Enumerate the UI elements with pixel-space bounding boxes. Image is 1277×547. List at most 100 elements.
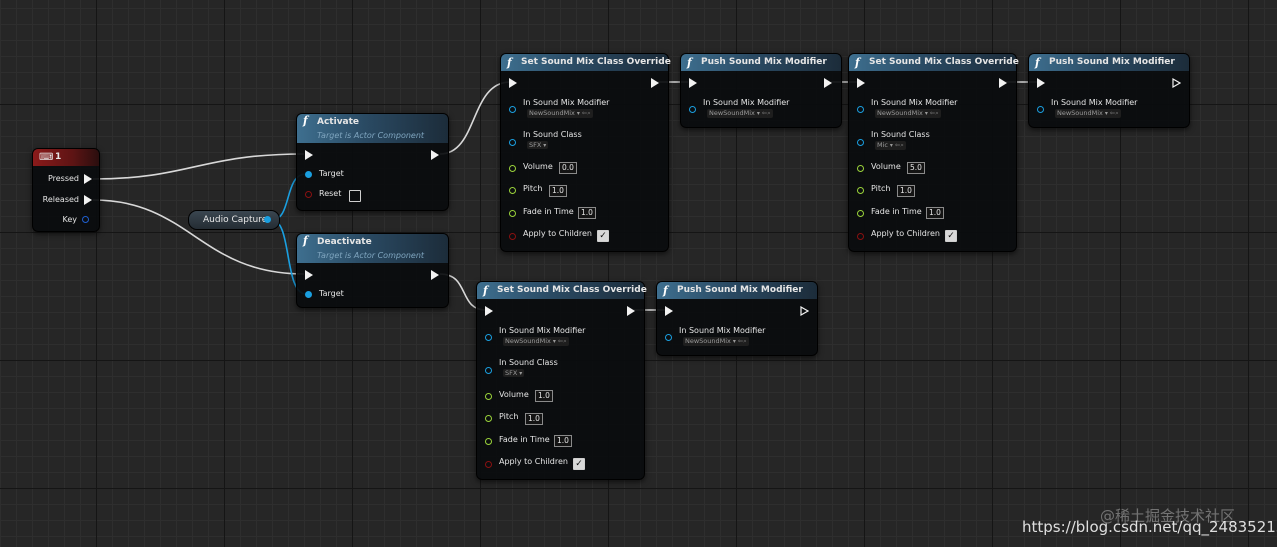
set-override-3-exec-in[interactable]: [485, 306, 493, 316]
activate-reset-checkbox[interactable]: [349, 190, 361, 202]
set-override-3-class-pin[interactable]: [485, 367, 492, 374]
set-override-1-exec-in[interactable]: [509, 78, 517, 88]
push-1-exec-out[interactable]: [824, 78, 832, 88]
set-override-2-volume-input[interactable]: 5.0: [907, 162, 925, 174]
push-2-exec-in[interactable]: [1037, 78, 1045, 88]
set-override-3-mix-dropdown[interactable]: NewSoundMix ▾ ⇐⌕: [503, 337, 569, 346]
set-override-1-apply-pin[interactable]: [509, 233, 516, 240]
set-override-1-fade-label: Fade in Time: [523, 207, 574, 216]
set-override-3-fade-pin[interactable]: [485, 438, 492, 445]
push-2-mix-dropdown[interactable]: NewSoundMix ▾ ⇐⌕: [1055, 109, 1121, 118]
deactivate-exec-in[interactable]: [305, 270, 313, 280]
push-3-exec-in[interactable]: [665, 306, 673, 316]
activate-node[interactable]: f Activate Target is Actor Component Tar…: [296, 113, 449, 211]
push-2-exec-out[interactable]: [1172, 78, 1181, 88]
push-3-mix-pin[interactable]: [665, 334, 672, 341]
set-override-1-class-pin[interactable]: [509, 139, 516, 146]
set-override-2-exec-out[interactable]: [999, 78, 1007, 88]
watermark-url: https://blog.csdn.net/qq_24835213: [1022, 518, 1277, 536]
push-1-mix-dropdown[interactable]: NewSoundMix ▾ ⇐⌕: [707, 109, 773, 118]
deactivate-header[interactable]: f Deactivate Target is Actor Component: [297, 234, 448, 263]
set-override-2-mix-pin[interactable]: [857, 106, 864, 113]
set-override-2-apply-pin[interactable]: [857, 233, 864, 240]
activate-exec-out[interactable]: [431, 150, 439, 160]
set-override-1-pitch-input[interactable]: 1.0: [549, 185, 567, 197]
deactivate-exec-out[interactable]: [431, 270, 439, 280]
set-override-1-mix-dropdown[interactable]: NewSoundMix ▾ ⇐⌕: [527, 109, 593, 118]
set-override-3-pitch-input[interactable]: 1.0: [525, 413, 543, 425]
set-override-3-volume-pin[interactable]: [485, 393, 492, 400]
set-override-3-title: Set Sound Mix Class Override: [497, 285, 647, 295]
set-override-1-fade-pin[interactable]: [509, 210, 516, 217]
function-icon: f: [507, 56, 512, 69]
activate-target-pin[interactable]: [305, 171, 312, 178]
set-override-1-class-dropdown[interactable]: SFX ▾: [527, 141, 549, 149]
push-3-mix-dropdown[interactable]: NewSoundMix ▾ ⇐⌕: [683, 337, 749, 346]
set-override-2-class-pin[interactable]: [857, 139, 864, 146]
set-override-3-apply-checkbox[interactable]: ✓: [573, 458, 585, 470]
set-override-2-fade-input[interactable]: 1.0: [926, 207, 944, 219]
push-2-mix-pin[interactable]: [1037, 106, 1044, 113]
set-override-2-class-dropdown[interactable]: Mic ▾ ⇐⌕: [875, 141, 906, 150]
key-event-header[interactable]: ⌨ 1: [33, 149, 99, 166]
push-3-header[interactable]: f Push Sound Mix Modifier: [657, 282, 817, 299]
deactivate-target-pin[interactable]: [305, 291, 312, 298]
push-1-exec-in[interactable]: [689, 78, 697, 88]
set-override-2-fade-pin[interactable]: [857, 210, 864, 217]
activate-header[interactable]: f Activate Target is Actor Component: [297, 114, 448, 143]
audio-capture-label: Audio Capture: [203, 215, 268, 225]
function-icon: f: [303, 234, 308, 247]
set-override-node-2[interactable]: f Set Sound Mix Class Override In Sound …: [848, 53, 1019, 252]
set-override-3-class-dropdown[interactable]: SFX ▾: [503, 369, 525, 377]
set-override-3-header[interactable]: f Set Sound Mix Class Override: [477, 282, 647, 299]
key-event-node[interactable]: ⌨ 1 Pressed Released Key: [32, 148, 100, 232]
key-struct-pin[interactable]: [82, 216, 89, 223]
push-1-mix-pin[interactable]: [689, 106, 696, 113]
set-override-1-volume-input[interactable]: 0.0: [559, 162, 577, 174]
set-override-2-apply-checkbox[interactable]: ✓: [945, 230, 957, 242]
set-override-1-fade-input[interactable]: 1.0: [578, 207, 596, 219]
set-override-1-pitch-label: Pitch: [523, 184, 543, 193]
set-override-2-mix-label: In Sound Mix Modifier: [871, 98, 958, 107]
activate-title: Activate: [317, 117, 360, 127]
key-event-title: 1: [55, 152, 62, 162]
set-override-3-fade-input[interactable]: 1.0: [554, 435, 572, 447]
audio-capture-variable-node[interactable]: Audio Capture: [188, 210, 280, 230]
set-override-3-pitch-pin[interactable]: [485, 415, 492, 422]
push-1-mix-label: In Sound Mix Modifier: [703, 98, 790, 107]
push-3-exec-out[interactable]: [800, 306, 809, 316]
deactivate-title: Deactivate: [317, 237, 372, 247]
set-override-2-exec-in[interactable]: [857, 78, 865, 88]
audio-capture-output-pin[interactable]: [264, 216, 271, 223]
set-override-3-exec-out[interactable]: [627, 306, 635, 316]
deactivate-node[interactable]: f Deactivate Target is Actor Component T…: [296, 233, 449, 308]
set-override-1-pitch-pin[interactable]: [509, 187, 516, 194]
pressed-exec-pin[interactable]: [84, 174, 92, 184]
set-override-3-volume-input[interactable]: 1.0: [535, 390, 553, 402]
push-2-header[interactable]: f Push Sound Mix Modifier: [1029, 54, 1189, 71]
set-override-3-apply-pin[interactable]: [485, 461, 492, 468]
set-override-2-header[interactable]: f Set Sound Mix Class Override: [849, 54, 1019, 71]
set-override-2-pitch-pin[interactable]: [857, 187, 864, 194]
set-override-1-header[interactable]: f Set Sound Mix Class Override: [501, 54, 671, 71]
set-override-2-volume-pin[interactable]: [857, 165, 864, 172]
released-exec-pin[interactable]: [84, 195, 92, 205]
activate-reset-pin[interactable]: [305, 191, 312, 198]
set-override-node-1[interactable]: f Set Sound Mix Class Override In Sound …: [500, 53, 671, 252]
set-override-1-apply-checkbox[interactable]: ✓: [597, 230, 609, 242]
set-override-2-pitch-input[interactable]: 1.0: [897, 185, 915, 197]
push-1-header[interactable]: f Push Sound Mix Modifier: [681, 54, 841, 71]
push-mix-node-2[interactable]: f Push Sound Mix Modifier In Sound Mix M…: [1028, 53, 1190, 128]
set-override-node-3[interactable]: f Set Sound Mix Class Override In Sound …: [476, 281, 647, 480]
push-mix-node-1[interactable]: f Push Sound Mix Modifier In Sound Mix M…: [680, 53, 842, 128]
set-override-1-exec-out[interactable]: [651, 78, 659, 88]
set-override-3-mix-pin[interactable]: [485, 334, 492, 341]
set-override-3-mix-label: In Sound Mix Modifier: [499, 326, 586, 335]
push-mix-node-3[interactable]: f Push Sound Mix Modifier In Sound Mix M…: [656, 281, 818, 356]
set-override-1-mix-label: In Sound Mix Modifier: [523, 98, 610, 107]
activate-exec-in[interactable]: [305, 150, 313, 160]
set-override-1-mix-pin[interactable]: [509, 106, 516, 113]
set-override-1-volume-pin[interactable]: [509, 165, 516, 172]
deactivate-subtitle: Target is Actor Component: [317, 251, 425, 260]
set-override-2-mix-dropdown[interactable]: NewSoundMix ▾ ⇐⌕: [875, 109, 941, 118]
